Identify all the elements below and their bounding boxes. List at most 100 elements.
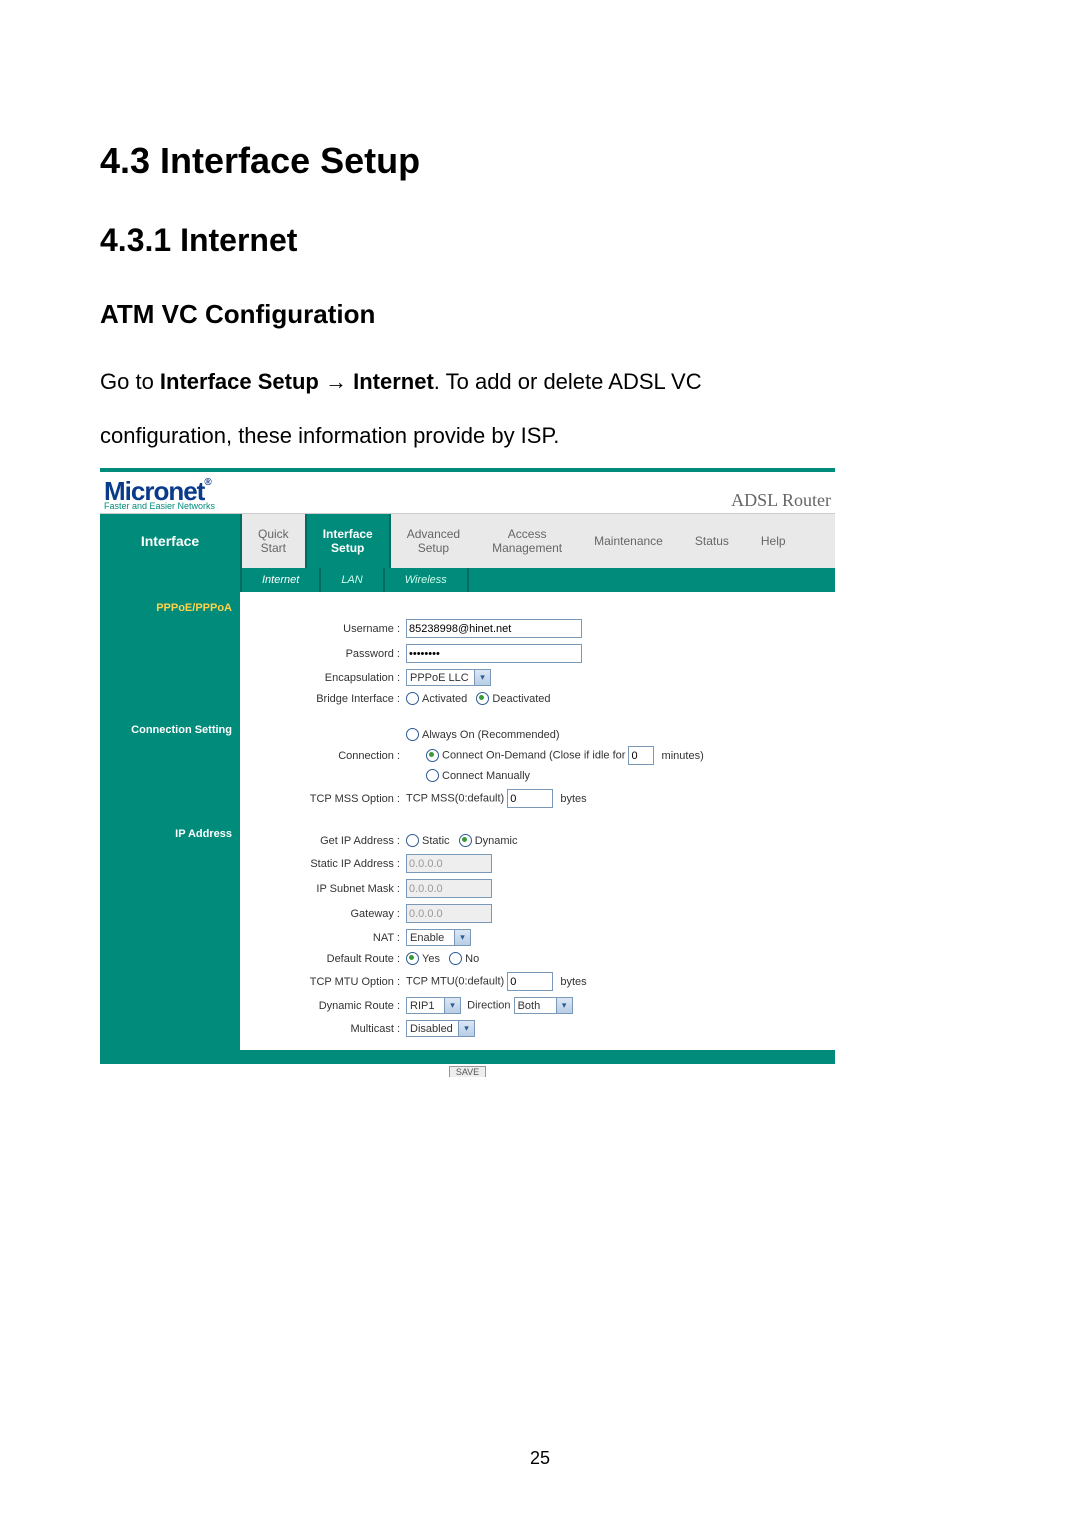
subsection-heading: 4.3.1 Internet	[100, 222, 980, 259]
nav-section-label: Interface	[100, 514, 242, 568]
header-bar: Micronet® Faster and Easier Networks ADS…	[100, 472, 835, 514]
tcpmtu-text: TCP MTU(0:default)	[406, 976, 504, 988]
sidebar-pppoe-label: PPPoE/PPPoA	[100, 602, 232, 614]
tab-label: Setup	[407, 541, 460, 555]
radio-label: No	[465, 953, 479, 965]
getip-static-radio[interactable]	[406, 834, 419, 847]
tab-status[interactable]: Status	[679, 514, 745, 568]
tcpmtu-label: TCP MTU Option :	[250, 969, 406, 994]
defroute-label: Default Route :	[250, 949, 406, 969]
conn-always-radio[interactable]	[406, 728, 419, 741]
subnet-input[interactable]	[406, 879, 492, 898]
save-button-partial: SAVE	[100, 1064, 835, 1083]
sidebar-ip-label: IP Address	[100, 828, 232, 840]
tcpmss-input[interactable]	[507, 789, 553, 808]
getip-label: Get IP Address :	[250, 831, 406, 851]
tab-label: Interface	[323, 527, 373, 541]
logo: Micronet® Faster and Easier Networks	[104, 478, 215, 511]
text-bold: Internet	[353, 369, 434, 394]
select-value: Both	[518, 1000, 552, 1012]
unit-label: bytes	[560, 793, 586, 805]
sub-nav: Internet LAN Wireless	[100, 568, 835, 592]
conn-manual-radio[interactable]	[426, 769, 439, 782]
direction-label: Direction	[467, 1000, 510, 1012]
connection-label: Connection :	[250, 725, 406, 786]
tab-label: Start	[258, 541, 289, 555]
form-main: Username : Password : Encapsulation : PP…	[240, 592, 835, 1050]
bridge-deactivated-radio[interactable]	[476, 692, 489, 705]
conn-ondemand-radio[interactable]	[426, 749, 439, 762]
select-value: Enable	[410, 932, 450, 944]
multicast-select[interactable]: Disabled ▾	[406, 1020, 475, 1037]
arrow-icon: →	[319, 369, 353, 394]
chevron-down-icon: ▾	[458, 1021, 474, 1036]
chevron-down-icon: ▾	[444, 998, 460, 1013]
radio-label: Connect On-Demand (Close if idle for	[442, 750, 625, 762]
radio-label: Dynamic	[475, 835, 518, 847]
main-nav: Interface Quick Start Interface Setup Ad…	[100, 514, 835, 568]
direction-select[interactable]: Both ▾	[514, 997, 573, 1014]
tab-maintenance[interactable]: Maintenance	[578, 514, 679, 568]
defroute-no-radio[interactable]	[449, 952, 462, 965]
subsubsection-heading: ATM VC Configuration	[100, 299, 980, 330]
tab-access-management[interactable]: Access Management	[476, 514, 578, 568]
tab-advanced-setup[interactable]: Advanced Setup	[391, 514, 476, 568]
tab-label: Management	[492, 541, 562, 555]
subtab-wireless[interactable]: Wireless	[385, 568, 469, 592]
chevron-down-icon: ▾	[454, 930, 470, 945]
staticip-label: Static IP Address :	[250, 851, 406, 876]
tab-label: Access	[492, 527, 562, 541]
page-number: 25	[0, 1448, 1080, 1469]
tab-quick-start[interactable]: Quick Start	[242, 514, 305, 568]
radio-label: Yes	[422, 953, 440, 965]
instruction-text: configuration, these information provide…	[100, 414, 980, 458]
radio-label: Static	[422, 835, 450, 847]
dynroute-label: Dynamic Route :	[250, 994, 406, 1017]
nat-select[interactable]: Enable ▾	[406, 929, 471, 946]
tab-interface-setup[interactable]: Interface Setup	[305, 514, 391, 568]
tab-help[interactable]: Help	[745, 514, 802, 568]
radio-label: Connect Manually	[442, 770, 530, 782]
gateway-input[interactable]	[406, 904, 492, 923]
form-sidebar: PPPoE/PPPoA Connection Setting IP Addres…	[100, 592, 240, 1050]
multicast-label: Multicast :	[250, 1017, 406, 1040]
subtab-lan[interactable]: LAN	[321, 568, 384, 592]
username-input[interactable]	[406, 619, 582, 638]
logo-tagline: Faster and Easier Networks	[104, 502, 215, 511]
unit-label: bytes	[560, 976, 586, 988]
footer-bar	[100, 1050, 835, 1064]
gateway-label: Gateway :	[250, 901, 406, 926]
password-label: Password :	[250, 641, 406, 666]
password-input[interactable]	[406, 644, 582, 663]
select-value: RIP1	[410, 1000, 440, 1012]
nat-label: NAT :	[250, 926, 406, 949]
tcpmss-label: TCP MSS Option :	[250, 786, 406, 811]
getip-dynamic-radio[interactable]	[459, 834, 472, 847]
subtab-internet[interactable]: Internet	[242, 568, 321, 592]
router-ui: Micronet® Faster and Easier Networks ADS…	[100, 468, 835, 1083]
text: . To add or delete ADSL VC	[434, 369, 702, 394]
instruction-text: Go to Interface Setup → Internet. To add…	[100, 360, 980, 404]
radio-label: Activated	[422, 693, 467, 705]
chevron-down-icon: ▾	[474, 670, 490, 685]
radio-label: Always On (Recommended)	[422, 729, 560, 741]
text-bold: Interface Setup	[160, 369, 319, 394]
bridge-activated-radio[interactable]	[406, 692, 419, 705]
staticip-input[interactable]	[406, 854, 492, 873]
tab-label: Status	[695, 534, 729, 548]
encapsulation-select[interactable]: PPPoE LLC ▾	[406, 669, 491, 686]
defroute-yes-radio[interactable]	[406, 952, 419, 965]
tcpmtu-input[interactable]	[507, 972, 553, 991]
tab-label: Quick	[258, 527, 289, 541]
tab-label: Help	[761, 534, 786, 548]
sidebar-connection-label: Connection Setting	[100, 724, 232, 736]
chevron-down-icon: ▾	[556, 998, 572, 1013]
unit-label: minutes)	[662, 750, 704, 762]
select-value: PPPoE LLC	[410, 672, 470, 684]
idle-minutes-input[interactable]	[628, 746, 654, 765]
dynroute-select[interactable]: RIP1 ▾	[406, 997, 461, 1014]
registered-icon: ®	[204, 477, 210, 488]
tcpmss-text: TCP MSS(0:default)	[406, 793, 504, 805]
tab-label: Advanced	[407, 527, 460, 541]
encapsulation-label: Encapsulation :	[250, 666, 406, 689]
